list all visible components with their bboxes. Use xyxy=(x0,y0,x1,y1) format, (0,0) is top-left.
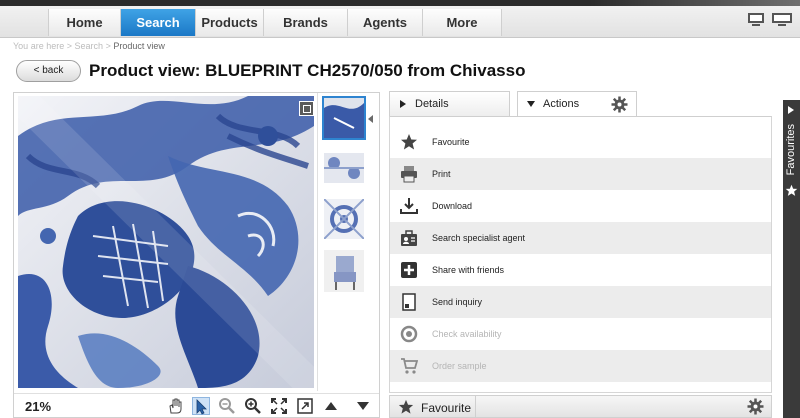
nav-search[interactable]: Search xyxy=(120,9,195,36)
thumbnail-strip xyxy=(317,93,379,391)
breadcrumb-current: Product view xyxy=(113,41,165,51)
download-icon xyxy=(400,197,418,215)
action-label: Favourite xyxy=(432,137,470,147)
arrow-down-icon[interactable] xyxy=(354,397,372,415)
nav-home[interactable]: Home xyxy=(48,9,120,36)
star-icon xyxy=(400,133,418,151)
tab-actions[interactable]: Actions xyxy=(517,91,637,117)
availability-icon xyxy=(400,325,418,343)
viewer-toolbar: 21% xyxy=(14,393,379,417)
page-title: Product view: BLUEPRINT CH2570/050 from … xyxy=(89,61,526,80)
breadcrumb-prefix: You are here xyxy=(13,41,65,51)
action-label: Send inquiry xyxy=(432,297,483,307)
printer-icon xyxy=(400,165,418,183)
agent-icon xyxy=(400,229,418,247)
actions-panel: Favourite Print Download Search speciali… xyxy=(389,116,772,393)
thumbnail-image xyxy=(324,98,364,138)
expand-arrow-icon xyxy=(788,106,794,114)
gear-icon[interactable] xyxy=(747,398,764,418)
pointer-icon[interactable] xyxy=(192,397,210,415)
thumbnail[interactable] xyxy=(324,250,364,292)
thumbnail-image xyxy=(324,153,364,183)
zoom-out-icon[interactable] xyxy=(218,397,236,415)
action-label: Order sample xyxy=(432,361,487,371)
thumbnail[interactable] xyxy=(324,199,364,239)
action-label: Download xyxy=(432,201,473,211)
zoom-in-icon[interactable] xyxy=(244,397,262,415)
nav-brands[interactable]: Brands xyxy=(263,9,347,36)
image-viewer: 21% xyxy=(13,92,380,418)
brand-strip xyxy=(590,0,800,6)
thumbnail[interactable] xyxy=(322,96,366,140)
action-label: Search specialist agent xyxy=(432,233,526,243)
action-send-inquiry[interactable]: Send inquiry xyxy=(390,286,771,318)
action-label: Share with friends xyxy=(432,265,505,275)
breadcrumb: You are here > Search > Product view xyxy=(13,41,165,51)
nav-more[interactable]: More xyxy=(422,9,502,36)
main-nav: Home Search Products Brands Agents More xyxy=(48,9,502,36)
nav-products[interactable]: Products xyxy=(195,9,263,36)
tab-details[interactable]: Details xyxy=(389,91,510,116)
action-share[interactable]: Share with friends xyxy=(390,254,771,286)
breadcrumb-separator: > xyxy=(66,41,72,51)
caret-right-icon xyxy=(400,100,406,108)
tab-details-label: Details xyxy=(415,98,449,110)
thumbnail-image xyxy=(324,250,364,292)
fabric-pattern xyxy=(18,96,314,388)
action-label: Check availability xyxy=(432,329,502,339)
product-image[interactable] xyxy=(18,96,314,388)
favourites-sidebar-tab[interactable]: Favourites xyxy=(783,100,800,418)
action-search-agent[interactable]: Search specialist agent xyxy=(390,222,771,254)
small-screen-icon[interactable] xyxy=(748,13,764,27)
action-check-availability: Check availability xyxy=(390,318,771,350)
star-icon xyxy=(785,184,798,202)
top-bar: Home Search Products Brands Agents More xyxy=(0,0,800,38)
arrow-up-icon[interactable] xyxy=(322,397,340,415)
action-download[interactable]: Download xyxy=(390,190,771,222)
fullscreen-icon[interactable] xyxy=(296,397,314,415)
open-zoom-icon[interactable] xyxy=(299,101,314,116)
favourite-label: Favourite xyxy=(421,401,472,415)
nav-agents[interactable]: Agents xyxy=(347,9,422,36)
breadcrumb-separator: > xyxy=(105,41,111,51)
action-label: Print xyxy=(432,169,451,179)
plus-icon xyxy=(400,261,418,279)
zoom-level: 21% xyxy=(25,399,52,414)
screen-size-controls xyxy=(748,13,792,27)
hand-icon[interactable] xyxy=(166,397,184,415)
tab-actions-label: Actions xyxy=(543,98,580,110)
breadcrumb-search[interactable]: Search xyxy=(75,41,104,51)
action-favourite[interactable]: Favourite xyxy=(390,126,771,158)
action-print[interactable]: Print xyxy=(390,158,771,190)
favourites-sidebar-label: Favourites xyxy=(785,124,797,176)
star-icon xyxy=(398,399,414,418)
inquiry-icon xyxy=(400,293,418,311)
thumbnail-image xyxy=(324,199,364,239)
thumbnail[interactable] xyxy=(324,153,364,183)
caret-down-icon xyxy=(527,101,535,107)
cart-icon xyxy=(400,357,419,375)
favourite-toggle[interactable]: Favourite xyxy=(390,396,476,417)
large-screen-icon[interactable] xyxy=(772,13,792,27)
favourite-bar: Favourite xyxy=(389,395,772,418)
selected-thumbnail-indicator xyxy=(368,115,373,123)
action-order-sample: Order sample xyxy=(390,350,771,382)
fit-icon[interactable] xyxy=(270,397,288,415)
back-button[interactable]: < back xyxy=(16,60,81,82)
